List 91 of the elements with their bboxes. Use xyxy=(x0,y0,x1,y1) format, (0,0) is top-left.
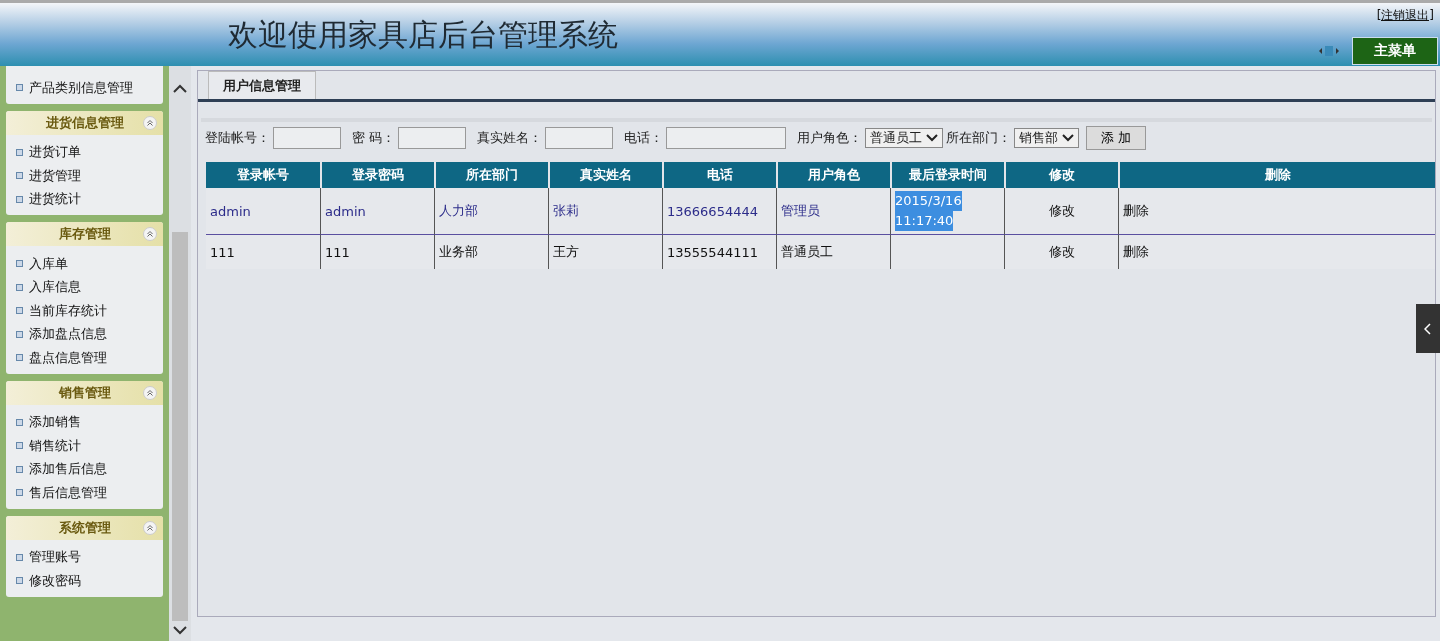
collapse-icon[interactable] xyxy=(143,385,158,400)
table-cell: 2015/3/16 xyxy=(895,191,962,211)
bullet-icon xyxy=(16,330,23,338)
field-label: 电话： xyxy=(624,129,664,147)
table-cell: 人力部 xyxy=(439,202,478,220)
menu-item[interactable]: 添加销售 xyxy=(29,413,81,432)
menu-item[interactable]: 添加盘点信息 xyxy=(29,325,107,344)
dropdown[interactable]: 普通员工 xyxy=(865,128,944,148)
menu-item[interactable]: 进货管理 xyxy=(29,166,81,185)
field-label: 密 码： xyxy=(352,129,396,147)
table-cell: 13555544111 xyxy=(667,244,758,260)
bullet-icon xyxy=(16,465,23,473)
menu-item[interactable]: 当前库存统计 xyxy=(29,301,107,320)
field-label: 真实姓名： xyxy=(477,129,543,147)
bullet-icon xyxy=(16,418,23,426)
collapse-icon[interactable] xyxy=(143,227,158,241)
bullet-icon xyxy=(16,489,23,497)
menu-group-header[interactable]: 销售管理 xyxy=(6,380,164,405)
dropdown[interactable]: 销售部 xyxy=(1014,128,1080,148)
side-panel-handle[interactable] xyxy=(1416,304,1440,353)
table-row[interactable]: 111 111 业务部 王方 13555544111 普通员工 修改 删除 xyxy=(206,235,1435,269)
table-cell: 111 xyxy=(325,244,350,260)
scroll-down-icon[interactable] xyxy=(173,625,188,635)
table-cell: 13666654444 xyxy=(667,203,758,219)
menu-group-header[interactable]: 系统管理 xyxy=(6,515,164,540)
table-cell: 业务部 xyxy=(439,243,478,261)
menu-item[interactable]: 售后信息管理 xyxy=(29,483,107,502)
bullet-icon xyxy=(16,283,23,291)
caret-icon xyxy=(926,134,939,142)
column-header: 修改 xyxy=(1004,162,1118,188)
column-header: 最后登录时间 xyxy=(890,162,1004,188)
table-cell: 管理员 xyxy=(781,202,820,220)
menu-item[interactable]: 产品类别信息管理 xyxy=(29,78,133,97)
table-cell: admin xyxy=(210,203,251,219)
logout-link[interactable]: [注销退出] xyxy=(1376,7,1434,24)
column-header: 登录密码 xyxy=(320,162,434,188)
input-field[interactable] xyxy=(666,127,787,149)
table-cell: 张莉 xyxy=(553,202,579,220)
input-field[interactable] xyxy=(545,127,614,149)
column-header: 真实姓名 xyxy=(548,162,662,188)
menu-group-header[interactable]: 进货信息管理 xyxy=(6,110,164,135)
tab[interactable]: 用户信息管理 xyxy=(208,71,316,99)
menu-item[interactable]: 进货统计 xyxy=(29,190,81,209)
collapse-icon[interactable] xyxy=(143,115,158,130)
table-cell: 111 xyxy=(210,244,235,260)
menu-item[interactable]: 进货订单 xyxy=(29,143,81,162)
table-cell: 11:17:40 xyxy=(895,211,954,231)
menu-item[interactable]: 修改密码 xyxy=(29,571,81,590)
bullet-icon xyxy=(16,307,23,315)
table-cell: 普通员工 xyxy=(781,243,833,261)
scrollbar[interactable] xyxy=(169,66,191,641)
system-title: 欢迎使用家具店后台管理系统 xyxy=(228,16,618,54)
table-link[interactable]: 删除 xyxy=(1123,202,1149,220)
column-header: 登录帐号 xyxy=(206,162,320,188)
bullet-icon xyxy=(16,354,23,362)
column-header: 所在部门 xyxy=(434,162,548,188)
column-header: 电话 xyxy=(662,162,776,188)
bullet-icon xyxy=(16,577,23,585)
menu-item[interactable]: 入库单 xyxy=(29,254,68,273)
menu-group-header[interactable]: 库存管理 xyxy=(6,222,164,246)
add-button[interactable]: 添 加 xyxy=(1086,126,1147,150)
column-header: 删除 xyxy=(1118,162,1435,188)
field-label: 登陆帐号： xyxy=(205,129,270,147)
bullet-icon xyxy=(16,553,23,561)
collapse-icon[interactable] xyxy=(143,520,158,535)
field-label: 用户角色： xyxy=(797,129,863,147)
bullet-icon xyxy=(16,172,23,180)
input-field[interactable] xyxy=(398,127,467,149)
table-link[interactable]: 修改 xyxy=(1048,243,1075,261)
bullet-icon xyxy=(16,260,23,268)
menu-item[interactable]: 入库信息 xyxy=(29,278,81,297)
bullet-icon xyxy=(16,442,23,450)
bullet-icon xyxy=(16,148,23,156)
menu-item[interactable]: 销售统计 xyxy=(29,436,81,455)
table-row[interactable]: admin admin 人力部 张莉 13666654444 管理员 2015/3/16 11:17:40 修改 删除 xyxy=(206,188,1435,235)
caret-icon xyxy=(1062,134,1075,142)
main-menu-button[interactable]: 主菜单 xyxy=(1352,37,1438,65)
input-field[interactable] xyxy=(273,127,341,149)
table-cell: admin xyxy=(325,203,366,219)
menu-item[interactable]: 管理账号 xyxy=(29,548,81,567)
scroll-up-icon[interactable] xyxy=(173,84,188,94)
menu-item[interactable]: 添加售后信息 xyxy=(29,460,107,479)
bullet-icon xyxy=(16,195,23,203)
table-link[interactable]: 修改 xyxy=(1048,202,1075,220)
table-cell: 王方 xyxy=(553,243,579,261)
menu-item[interactable]: 盘点信息管理 xyxy=(29,348,107,367)
table-link[interactable]: 删除 xyxy=(1123,243,1149,261)
column-header: 用户角色 xyxy=(776,162,890,188)
chevron-left-icon xyxy=(1424,322,1432,335)
bullet-icon xyxy=(16,84,23,92)
field-label: 所在部门： xyxy=(946,129,1012,147)
